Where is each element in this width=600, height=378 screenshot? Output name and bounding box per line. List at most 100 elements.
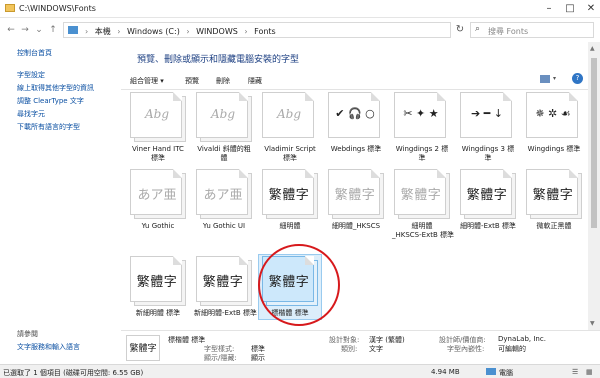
designer-value: DynaLab, Inc. xyxy=(498,335,546,343)
search-placeholder: 搜尋 Fonts xyxy=(488,27,529,36)
status-selection-text: 已選取了 1 個項目 (磁碟可用空間: 6.55 GB) xyxy=(3,369,144,377)
up-arrow-icon[interactable]: ↑ xyxy=(47,24,59,36)
refresh-icon[interactable]: ↻ xyxy=(454,24,466,36)
chevron-down-icon[interactable]: ▾ xyxy=(553,75,556,82)
see-also-heading: 請參閱 xyxy=(17,330,38,338)
font-name: Wingdings 2 標 xyxy=(395,145,449,153)
font-tile[interactable]: 繁體字 細明體-ExtB 標準 xyxy=(458,169,518,231)
chevron-down-icon[interactable]: ⌄ xyxy=(33,24,45,36)
breadcrumb-item[interactable]: 本機 xyxy=(95,27,111,36)
font-file-icon: Abg xyxy=(130,92,186,142)
scroll-up-icon[interactable]: ▲ xyxy=(590,45,595,52)
breadcrumb-item[interactable]: Fonts xyxy=(254,27,276,36)
breadcrumb-item[interactable]: WINDOWS xyxy=(196,27,238,36)
font-name: Wingdings 標準 xyxy=(527,145,581,153)
sidebar-link-find-character[interactable]: 尋找字元 xyxy=(17,109,45,119)
status-bar: 已選取了 1 個項目 (磁碟可用空間: 6.55 GB) 4.94 MB 電腦 … xyxy=(0,364,600,378)
sidebar-link-text-services[interactable]: 文字服務和輸入語言 xyxy=(17,342,80,352)
main-content: 預覽、刪除或顯示和隱藏電腦安裝的字型 組合管理 ▾ 預覽 刪除 隱藏 ▾ ? A… xyxy=(121,42,588,330)
hide-button[interactable]: 隱藏 xyxy=(248,76,262,86)
breadcrumb[interactable]: › 本機 › Windows (C:) › WINDOWS › Fonts xyxy=(63,22,451,38)
sidebar-link-control-panel-home[interactable]: 控制台首頁 xyxy=(17,48,52,58)
delete-button[interactable]: 刪除 xyxy=(216,76,230,86)
font-name: Viner Hand ITC xyxy=(132,145,184,153)
breadcrumb-separator: › xyxy=(186,27,190,36)
scroll-down-icon[interactable]: ▼ xyxy=(590,320,595,327)
font-file-icon: あア亜 xyxy=(130,169,186,219)
visibility-label: 顯示/隱藏: xyxy=(204,354,237,362)
sidebar: 控制台首頁 字型設定 線上取得其他字型的資訊 調整 ClearType 文字 尋… xyxy=(0,42,120,364)
font-tile[interactable]: Abg Viner Hand ITC 標準 xyxy=(128,92,188,163)
font-tile[interactable]: 繁體字 新細明體 標準 xyxy=(128,256,188,318)
font-tile[interactable]: 繁體字 細明體_HKSCS xyxy=(326,169,386,231)
font-tile[interactable]: Abg Vivaldi 斜體的粗 體 xyxy=(194,92,254,163)
category-label: 類別: xyxy=(341,345,358,353)
font-tile[interactable]: ✔ 🎧 ○ Webdings 標準 xyxy=(326,92,386,154)
font-style: 準 xyxy=(484,154,492,162)
search-input[interactable]: ⌕ 搜尋 Fonts xyxy=(470,22,594,38)
font-name: Webdings 標準 xyxy=(330,145,382,153)
font-name: 細明體 xyxy=(411,222,433,230)
font-name: 細明體-ExtB 標準 xyxy=(460,222,516,230)
font-tile[interactable]: 繁體字 新細明體-ExtB 標準 xyxy=(194,256,257,318)
font-name: 新細明體-ExtB 標準 xyxy=(194,309,257,317)
font-tile[interactable]: ✂ ✦ ★ Wingdings 2 標 準 xyxy=(392,92,452,163)
search-icon: ⌕ xyxy=(475,24,481,34)
close-icon[interactable]: ✕ xyxy=(584,2,598,16)
font-tile[interactable]: ✵ ✲ ☙ Wingdings 標準 xyxy=(524,92,584,154)
organize-button[interactable]: 組合管理 ▾ xyxy=(130,76,164,86)
font-file-icon: 繁體字 xyxy=(526,169,582,219)
minimize-icon[interactable]: – xyxy=(542,2,556,16)
font-file-icon: Abg xyxy=(196,92,252,142)
toolbar: 組合管理 ▾ 預覽 刪除 隱藏 ▾ ? xyxy=(121,70,588,90)
scroll-thumb[interactable] xyxy=(591,58,597,228)
category-value: 文字 xyxy=(369,345,383,353)
sidebar-link-cleartype[interactable]: 調整 ClearType 文字 xyxy=(17,96,84,106)
font-tile[interactable]: 繁體字 微軟正黑體 xyxy=(524,169,584,231)
font-name: 細明體_HKSCS xyxy=(331,222,381,230)
font-style: 準 xyxy=(418,154,426,162)
font-file-icon: あア亜 xyxy=(196,169,252,219)
font-file-icon: Abg xyxy=(262,92,318,142)
font-name: 微軟正黑體 xyxy=(536,222,572,230)
font-name: Yu Gothic xyxy=(141,222,175,230)
sidebar-link-download-fonts[interactable]: 下載所有語言的字型 xyxy=(17,122,80,132)
large-icons-view-icon[interactable]: ▦ xyxy=(586,368,593,376)
font-file-icon: ✂ ✦ ★ xyxy=(394,92,450,142)
font-file-icon: 繁體字 xyxy=(394,169,450,219)
breadcrumb-separator: › xyxy=(117,27,121,36)
folder-icon xyxy=(5,4,15,12)
breadcrumb-item[interactable]: Windows (C:) xyxy=(127,27,180,36)
font-tile[interactable]: あア亜 Yu Gothic xyxy=(128,169,188,231)
font-tile[interactable]: Abg Vladimir Script 標準 xyxy=(260,92,320,163)
font-name: Wingdings 3 標 xyxy=(461,145,515,153)
view-options-icon[interactable] xyxy=(540,75,550,83)
font-style: 標準 xyxy=(283,154,297,162)
status-location: 電腦 xyxy=(499,369,513,377)
font-tile[interactable]: あア亜 Yu Gothic UI xyxy=(194,169,254,231)
font-name: 新細明體 標準 xyxy=(135,309,181,317)
font-name: Yu Gothic UI xyxy=(202,222,246,230)
status-size: 4.94 MB xyxy=(431,368,460,376)
sidebar-link-font-settings[interactable]: 字型設定 xyxy=(17,70,45,80)
font-tile[interactable]: 繁體字 細明體 xyxy=(260,169,320,231)
font-file-icon: 繁體字 xyxy=(262,169,318,219)
forward-arrow-icon[interactable]: → xyxy=(19,24,31,36)
embeddability-label: 字型內嵌性: xyxy=(447,345,485,353)
vertical-scrollbar[interactable]: ▲ ▼ xyxy=(588,42,600,330)
address-bar: ← → ⌄ ↑ › 本機 › Windows (C:) › WINDOWS › … xyxy=(0,19,600,41)
font-file-icon: ✵ ✲ ☙ xyxy=(526,92,582,142)
font-file-icon: ➔ ━ ↓ xyxy=(460,92,516,142)
maximize-icon[interactable]: □ xyxy=(563,2,577,16)
font-file-icon: 繁體字 xyxy=(460,169,516,219)
font-name: Vladimir Script xyxy=(264,145,316,153)
font-tile[interactable]: 繁體字 細明體 _HKSCS-ExtB 標準 xyxy=(392,169,454,240)
font-style: 體 xyxy=(220,154,228,162)
help-icon[interactable]: ? xyxy=(572,73,583,84)
preview-button[interactable]: 預覽 xyxy=(185,76,199,86)
details-view-icon[interactable]: ☰ xyxy=(572,368,578,376)
font-tile[interactable]: ➔ ━ ↓ Wingdings 3 標 準 xyxy=(458,92,518,163)
back-arrow-icon[interactable]: ← xyxy=(5,24,17,36)
breadcrumb-separator: › xyxy=(244,27,248,36)
sidebar-link-get-font-info[interactable]: 線上取得其他字型的資訊 xyxy=(17,83,94,93)
